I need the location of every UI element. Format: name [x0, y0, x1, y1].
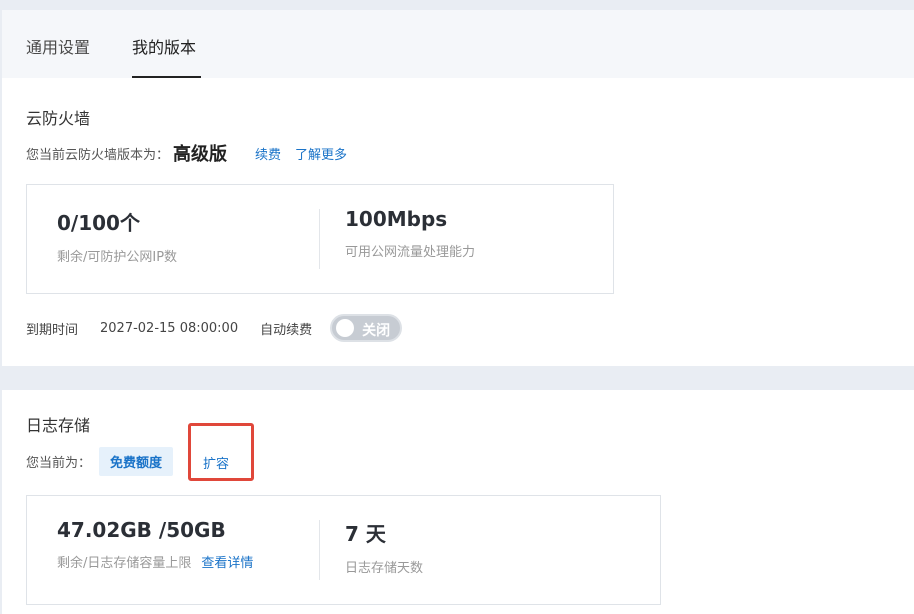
log-plan-prefix: 您当前为： [26, 455, 92, 471]
toggle-state-text: 关闭 [362, 323, 391, 339]
retention-days-value: 7 天 [345, 522, 386, 546]
expand-capacity-link[interactable]: 扩容 [203, 453, 229, 472]
version-prefix: 您当前云防火墙版本为： [26, 147, 170, 163]
version-settings-page: 通用设置 我的版本 云防火墙 您当前云防火墙版本为： 高级版 续费 了解更多 0… [0, 0, 914, 614]
firewall-panel: 云防火墙 您当前云防火墙版本为： 高级版 续费 了解更多 0/100个 剩余/可… [2, 78, 914, 366]
expiry-row: 到期时间 2027-02-15 08:00:00 自动续费 关闭 [26, 314, 403, 342]
stats-divider [319, 520, 320, 580]
traffic-capacity-label: 可用公网流量处理能力 [345, 245, 476, 260]
retention-days-label: 日志存储天数 [345, 561, 424, 576]
toggle-knob [336, 319, 355, 337]
tab-bar: 通用设置 我的版本 [2, 10, 914, 87]
protected-ip-stat: 0/100个 剩余/可防护公网IP数 [57, 207, 177, 265]
expiry-label: 到期时间 [26, 322, 79, 338]
auto-renew-label: 自动续费 [260, 322, 313, 338]
retention-days-stat: 7 天 日志存储天数 [345, 518, 423, 576]
expand-highlight-box: 扩容 [188, 423, 254, 481]
log-stats-box: 47.02GB /50GB 剩余/日志存储容量上限 查看详情 7 天 日志存储天数 [26, 495, 661, 605]
log-storage-panel: 日志存储 您当前为： 免费额度 扩容 47.02GB /50GB 剩余/日志存储… [2, 390, 914, 614]
expiry-value: 2027-02-15 08:00:00 [100, 320, 239, 336]
storage-capacity-label-row: 剩余/日志存储容量上限 查看详情 [57, 552, 253, 571]
free-quota-badge: 免费额度 [99, 446, 174, 476]
stats-divider [319, 209, 320, 269]
firewall-version-line: 您当前云防火墙版本为： 高级版 续费 了解更多 [26, 140, 361, 166]
tab-my-version[interactable]: 我的版本 [132, 34, 196, 58]
protected-ip-value: 0/100个 [57, 211, 140, 235]
traffic-capacity-value: 100Mbps [345, 207, 448, 231]
auto-renew-toggle[interactable]: 关闭 [330, 314, 403, 342]
learn-more-link[interactable]: 了解更多 [295, 144, 347, 163]
log-plan-line: 您当前为： 免费额度 [26, 446, 174, 476]
traffic-capacity-stat: 100Mbps 可用公网流量处理能力 [345, 207, 475, 260]
firewall-stats-box: 0/100个 剩余/可防护公网IP数 100Mbps 可用公网流量处理能力 [26, 184, 614, 294]
protected-ip-label: 剩余/可防护公网IP数 [57, 250, 178, 265]
storage-capacity-value: 47.02GB /50GB [57, 518, 226, 542]
version-name: 高级版 [173, 144, 228, 165]
storage-capacity-label: 剩余/日志存储容量上限 [57, 556, 192, 571]
view-details-link[interactable]: 查看详情 [201, 556, 253, 571]
renew-link[interactable]: 续费 [255, 144, 281, 163]
tab-general-settings[interactable]: 通用设置 [26, 34, 90, 58]
firewall-section-title: 云防火墙 [26, 109, 91, 128]
storage-capacity-stat: 47.02GB /50GB 剩余/日志存储容量上限 查看详情 [57, 518, 253, 571]
log-storage-section-title: 日志存储 [26, 416, 91, 435]
